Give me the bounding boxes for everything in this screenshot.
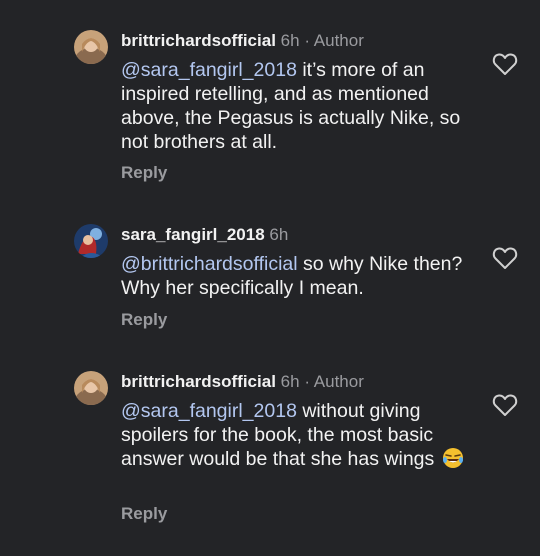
comment-text: @sara_fangirl_2018 without giving spoile… [121, 399, 481, 471]
timestamp: 6h [269, 225, 289, 244]
comment-header: sara_fangirl_2018 6h [121, 225, 288, 245]
comment-header: brittrichardsofficial 6h · Author [121, 31, 364, 51]
like-button[interactable] [492, 393, 518, 417]
avatar[interactable] [74, 371, 108, 405]
separator: · [304, 372, 310, 391]
comment-text: @sara_fangirl_2018 it’s more of an inspi… [121, 58, 481, 154]
username[interactable]: brittrichardsofficial [121, 372, 276, 391]
separator: · [304, 31, 310, 50]
timestamp: 6h [280, 31, 300, 50]
username[interactable]: sara_fangirl_2018 [121, 225, 265, 244]
reply-button[interactable]: Reply [121, 504, 167, 524]
comment-text: @brittrichardsofficial so why Nike then?… [121, 252, 481, 300]
comment-header: brittrichardsofficial 6h · Author [121, 372, 364, 392]
avatar[interactable] [74, 30, 108, 64]
username[interactable]: brittrichardsofficial [121, 31, 276, 50]
heart-icon [492, 53, 518, 75]
user-photo-icon [74, 224, 108, 258]
avatar[interactable] [74, 224, 108, 258]
timestamp: 6h [280, 372, 300, 391]
user-photo-icon [74, 30, 108, 64]
mention-link[interactable]: @sara_fangirl_2018 [121, 59, 297, 81]
like-button[interactable] [492, 246, 518, 270]
user-photo-icon [74, 371, 108, 405]
reply-button[interactable]: Reply [121, 310, 167, 330]
laughing-tears-emoji-icon [442, 447, 464, 469]
mention-link[interactable]: @brittrichardsofficial [121, 253, 298, 275]
author-badge: Author [313, 31, 364, 50]
like-button[interactable] [492, 52, 518, 76]
heart-icon [492, 394, 518, 416]
reply-button[interactable]: Reply [121, 163, 167, 183]
heart-icon [492, 247, 518, 269]
mention-link[interactable]: @sara_fangirl_2018 [121, 400, 297, 422]
author-badge: Author [313, 372, 364, 391]
